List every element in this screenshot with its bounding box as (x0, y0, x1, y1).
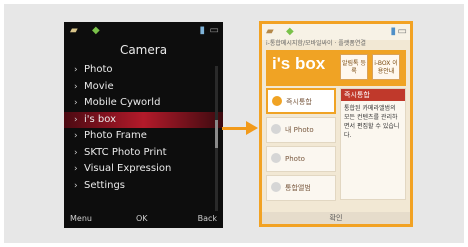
softkey-back[interactable]: Back (198, 210, 217, 228)
info-strip: i-통합메시지함/모바일싸이 · 플랫폼연결 (266, 40, 366, 47)
chevron-right-icon: › (74, 164, 78, 174)
clock-icon: ▭ (209, 25, 219, 36)
info-panel-title: 즉시통합 (341, 89, 405, 101)
is-box-item-4[interactable]: 통합앨범 (266, 175, 336, 201)
item-label: 내 Photo (285, 126, 314, 134)
menu-item-label: Movie (84, 80, 114, 92)
item-label: Photo (285, 155, 305, 163)
chevron-right-icon: › (74, 81, 78, 92)
banner-button-label: 알림톡 등록 (342, 60, 366, 75)
flow-arrow-shaft (222, 127, 248, 130)
info-panel: 즉시통합 통합된 카메라앨범의 모든 컨텐츠를 관리하면서 편집할 수 있습니다… (340, 88, 406, 200)
info-panel-text: 통합된 카메라앨범의 모든 컨텐츠를 관리하면서 편집할 수 있습니다. (344, 105, 400, 139)
banner-button-1[interactable]: 알림톡 등록 (340, 54, 368, 80)
scrollbar-thumb[interactable] (215, 120, 218, 148)
folder-icon: ▰ (70, 25, 78, 36)
album-icon (271, 182, 281, 192)
photo-icon (271, 124, 281, 134)
scrollbar[interactable] (215, 66, 218, 211)
screen-title: Camera (119, 43, 168, 57)
chevron-right-icon: › (74, 180, 78, 191)
is-box-screen: ▰ ◆ ▮ ▭ i-통합메시지함/모바일싸이 · 플랫폼연결 i's box 알… (259, 21, 413, 227)
banner-button-label: i-BOX 이용안내 (374, 60, 398, 75)
chevron-right-icon: › (74, 65, 78, 75)
battery-icon: ▮ (390, 26, 396, 37)
chevron-right-icon: › (74, 98, 78, 108)
menu-item-label: Photo Frame (84, 130, 147, 141)
is-box-logo: i's box (272, 54, 326, 73)
camera-menu-list: › Photo › Movie › Mobile Cyworld › i's b… (64, 62, 223, 194)
camera-menu-screen: ▰ ◆ ▮ ▭ Camera › Photo › Movie › Mobile … (64, 22, 223, 228)
status-bar: ▰ ◆ ▮ ▭ (64, 22, 223, 40)
menu-item-is-box[interactable]: › i's box (64, 111, 223, 128)
banner-button-2[interactable]: i-BOX 이용안내 (372, 54, 400, 80)
softkey-confirm[interactable]: 확인 (262, 212, 410, 224)
menu-item-visual-expression[interactable]: › Visual Expression (64, 161, 223, 178)
status-bar: ▰ ◆ ▮ ▭ (262, 24, 410, 40)
is-box-banner: i's box 알림톡 등록 i-BOX 이용안내 (266, 50, 406, 86)
menu-item-label: SKTC Photo Print (84, 146, 167, 158)
is-box-item-3[interactable]: Photo (266, 146, 336, 172)
menu-item-photo-frame[interactable]: › Photo Frame (64, 128, 223, 145)
figure-canvas: ▰ ◆ ▮ ▭ Camera › Photo › Movie › Mobile … (4, 4, 464, 243)
photo-icon (271, 153, 281, 163)
chevron-right-icon: › (74, 147, 78, 158)
menu-item-movie[interactable]: › Movie (64, 79, 223, 96)
menu-item-label: Visual Expression (84, 163, 172, 174)
menu-item-label: Settings (84, 179, 126, 191)
folder-icon (272, 96, 282, 106)
chevron-right-icon: › (74, 131, 78, 141)
menu-item-photo[interactable]: › Photo (64, 62, 223, 79)
battery-icon: ▮ (199, 25, 205, 36)
menu-item-label: i's box (84, 113, 116, 125)
chevron-right-icon: › (74, 114, 78, 125)
menu-item-photo-print[interactable]: › SKTC Photo Print (64, 145, 223, 162)
folder-icon: ▰ (266, 26, 274, 37)
softkey-ok[interactable]: OK (136, 210, 148, 228)
softkey-bar: Menu OK Back (64, 210, 223, 228)
menu-item-settings[interactable]: › Settings (64, 178, 223, 195)
is-box-item-1[interactable]: 즉시통합 (266, 88, 336, 114)
is-box-body: 즉시통합 내 Photo Photo 통합앨범 즉시통합 통합된 카메라앨범의 … (266, 88, 406, 208)
menu-item-label: Mobile Cyworld (84, 97, 161, 108)
clock-icon: ▭ (397, 26, 407, 37)
signal-icon: ◆ (286, 26, 294, 37)
menu-item-mobile-cyworld[interactable]: › Mobile Cyworld (64, 95, 223, 112)
softkey-menu[interactable]: Menu (70, 210, 92, 228)
item-label: 통합앨범 (285, 184, 311, 192)
signal-icon: ◆ (92, 25, 100, 36)
item-label: 즉시통합 (286, 98, 312, 106)
menu-item-label: Photo (84, 64, 113, 75)
is-box-item-2[interactable]: 내 Photo (266, 117, 336, 143)
flow-arrow-head (246, 121, 258, 135)
page: ▰ ◆ ▮ ▭ Camera › Photo › Movie › Mobile … (0, 0, 468, 247)
